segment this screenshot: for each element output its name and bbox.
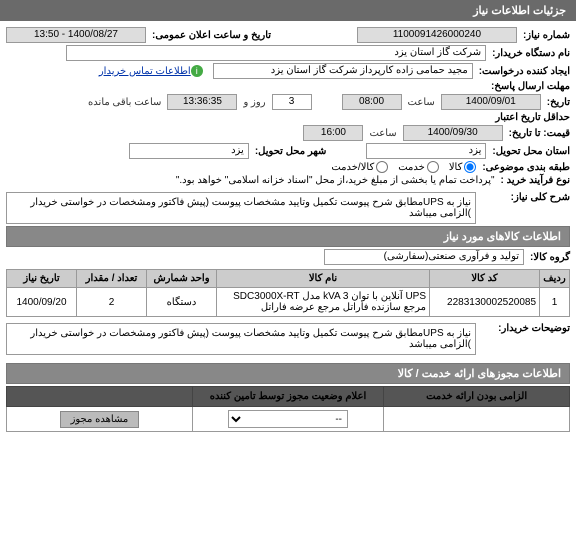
th-need-date: تاریخ نیاز bbox=[7, 270, 77, 288]
table-row: 1 2283130002520085 UPS آنلاین با توان kV… bbox=[7, 288, 570, 317]
valid-time: 16:00 bbox=[303, 125, 363, 141]
permits-table: الزامی بودن ارائه خدمت اعلام وضعیت مجوز … bbox=[6, 386, 570, 432]
main-form: شماره نیاز: 1100091426000240 تاریخ و ساع… bbox=[0, 21, 576, 436]
items-table: ردیف کد کالا نام کالا واحد شمارش تعداد /… bbox=[6, 269, 570, 317]
requester-label: ایجاد کننده درخواست: bbox=[479, 66, 570, 77]
device-name-label: نام دستگاه خریدار: bbox=[492, 48, 570, 59]
time-label-1: ساعت bbox=[408, 97, 435, 108]
cell-date: 1400/09/20 bbox=[7, 288, 77, 317]
th-row: ردیف bbox=[540, 270, 570, 288]
radio-both-label: کالا/خدمت bbox=[331, 162, 374, 173]
th-action bbox=[7, 387, 193, 407]
cell-name: UPS آنلاین با توان kVA 3 مدل SDC3000X-RT… bbox=[217, 288, 430, 317]
items-info-header: اطلاعات کالاهای مورد نیاز bbox=[6, 226, 570, 247]
remain-label: ساعت باقی مانده bbox=[88, 97, 161, 108]
th-name: نام کالا bbox=[217, 270, 430, 288]
time-label-2: ساعت bbox=[369, 128, 396, 139]
permits-header: اطلاعات مجوزهای ارائه خدمت / کالا bbox=[6, 363, 570, 384]
days-remain: 3 bbox=[272, 94, 312, 110]
radio-service-label: خدمت bbox=[398, 162, 425, 173]
price-until-label: قیمت: تا تاریخ: bbox=[509, 128, 570, 139]
need-no-value: 1100091426000240 bbox=[357, 27, 517, 43]
province-value: یزد bbox=[366, 143, 486, 159]
page-header: جزئیات اطلاعات نیاز bbox=[0, 0, 576, 21]
radio-goods-label: کالا bbox=[449, 162, 463, 173]
item-group-label: گروه کالا: bbox=[530, 252, 570, 263]
need-desc-label: شرح کلی نیاز: bbox=[490, 192, 570, 203]
radio-service[interactable]: خدمت bbox=[398, 161, 439, 173]
permits-row: -- مشاهده مجوز bbox=[7, 407, 570, 432]
th-mandatory: الزامی بودن ارائه خدمت bbox=[384, 387, 570, 407]
public-date-label: تاریخ و ساعت اعلان عمومی: bbox=[152, 30, 271, 41]
date-label: تاریخ: bbox=[547, 97, 570, 108]
valid-date: 1400/09/30 bbox=[403, 125, 503, 141]
valid-from-label: حداقل تاریخ اعتبار bbox=[480, 112, 570, 123]
cell-code: 2283130002520085 bbox=[430, 288, 540, 317]
view-permit-button[interactable]: مشاهده مجوز bbox=[60, 411, 140, 428]
radio-both[interactable]: کالا/خدمت bbox=[331, 161, 388, 173]
info-icon: i bbox=[191, 65, 203, 77]
deadline-label: مهلت ارسال پاسخ: bbox=[491, 81, 570, 92]
cell-row: 1 bbox=[540, 288, 570, 317]
time-remain: 13:36:35 bbox=[167, 94, 237, 110]
cell-unit: دستگاه bbox=[147, 288, 217, 317]
need-desc-text: نیاز به UPSمطابق شرح پیوست تکمیل وتایید … bbox=[6, 192, 476, 224]
th-status: اعلام وضعیت مجوز توسط تامین کننده bbox=[192, 387, 383, 407]
deadline-date: 1400/09/01 bbox=[441, 94, 541, 110]
public-date-value: 1400/08/27 - 13:50 bbox=[6, 27, 146, 43]
province-label: استان محل تحویل: bbox=[492, 146, 570, 157]
buyer-notes-text: نیاز به UPSمطابق شرح پیوست تکمیل وتایید … bbox=[6, 323, 476, 355]
th-unit: واحد شمارش bbox=[147, 270, 217, 288]
item-group-value: تولید و فرآوری صنعتی(سفارشی) bbox=[324, 249, 524, 265]
category-label: طبقه بندی موضوعی: bbox=[482, 162, 570, 173]
city-value: یزد bbox=[129, 143, 249, 159]
requester-value: مجید حمامی زاده کارپرداز شرکت گاز استان … bbox=[213, 63, 473, 79]
cell-qty: 2 bbox=[77, 288, 147, 317]
th-qty: تعداد / مقدار bbox=[77, 270, 147, 288]
city-label: شهر محل تحویل: bbox=[255, 146, 327, 157]
device-name-value: شرکت گاز استان یزد bbox=[66, 45, 486, 61]
buyer-notes-label: توضیحات خریدار: bbox=[490, 323, 570, 334]
payment-note: "پرداخت تمام یا بخشی از مبلغ خرید،از محل… bbox=[176, 175, 495, 186]
radio-goods[interactable]: کالا bbox=[449, 161, 477, 173]
deadline-time: 08:00 bbox=[342, 94, 402, 110]
purchase-type-label: نوع فرآیند خرید : bbox=[501, 175, 570, 186]
th-code: کد کالا bbox=[430, 270, 540, 288]
contact-info-link[interactable]: اطلاعات تماس خریدار bbox=[99, 66, 191, 77]
need-no-label: شماره نیاز: bbox=[523, 30, 570, 41]
days-label: روز و bbox=[243, 97, 265, 108]
status-select[interactable]: -- bbox=[228, 410, 348, 428]
